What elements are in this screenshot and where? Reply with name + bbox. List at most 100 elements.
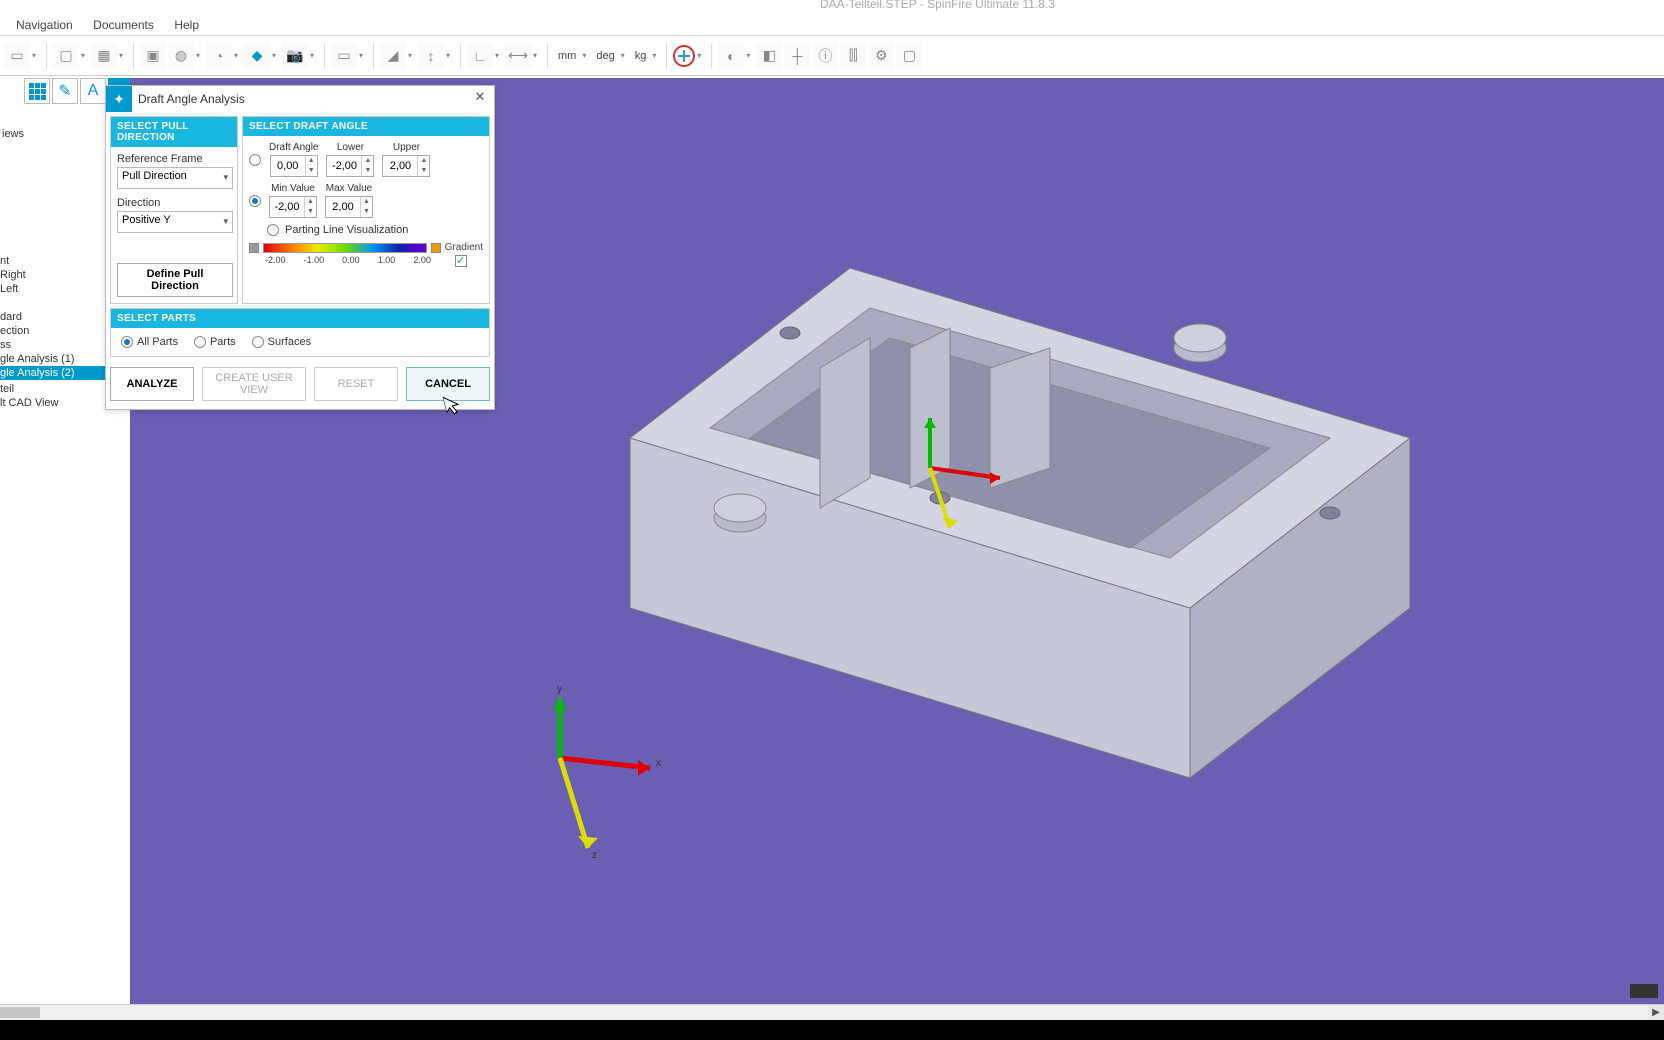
- max-value-label: Max Value: [326, 183, 373, 194]
- close-icon[interactable]: ✕: [470, 89, 490, 109]
- main-toolbar: ▭▾ ▢▾ ▦▾ ▣ ◍▾ ◔▾ ◆▾ 📷▾ ▭▾ ◢▾ ↕▾ ∟▾ ⟷▾ mm…: [0, 36, 1664, 76]
- mode-min-max-radio[interactable]: [249, 195, 261, 207]
- menu-documents[interactable]: Documents: [85, 14, 162, 36]
- separator: [666, 43, 667, 69]
- svg-text:z: z: [592, 850, 597, 858]
- parts-radio[interactable]: Parts: [194, 336, 236, 348]
- cube-point-icon[interactable]: ◆: [244, 43, 270, 69]
- dropdown-icon[interactable]: ▾: [359, 51, 367, 60]
- upper-input[interactable]: ▲▼: [382, 155, 430, 177]
- cylinder-icon[interactable]: ◍: [168, 43, 194, 69]
- angle-icon[interactable]: ∟: [467, 43, 493, 69]
- plane-icon[interactable]: ◢: [380, 43, 406, 69]
- info-icon[interactable]: ⓘ: [812, 43, 838, 69]
- dropdown-icon[interactable]: ▾: [310, 51, 318, 60]
- dropdown-icon[interactable]: ▾: [495, 51, 503, 60]
- unit-angle[interactable]: deg: [592, 50, 618, 62]
- dropdown-icon[interactable]: ▾: [408, 51, 416, 60]
- select-parts-header: SELECT PARTS: [111, 309, 489, 328]
- scrollbar-thumb[interactable]: [0, 1007, 40, 1018]
- mode-draft-angle-radio[interactable]: [249, 154, 261, 166]
- dropdown-icon[interactable]: ▾: [533, 51, 541, 60]
- dropdown-icon[interactable]: ▾: [621, 51, 629, 60]
- dropdown-icon[interactable]: ▾: [446, 51, 454, 60]
- reset-button[interactable]: RESET: [314, 367, 398, 401]
- gear-icon[interactable]: ⚙: [868, 43, 894, 69]
- dropdown-icon[interactable]: ▾: [32, 51, 40, 60]
- draft-angle-input[interactable]: ▲▼: [270, 155, 318, 177]
- separator: [711, 43, 712, 69]
- chevron-down-icon: ▾: [223, 216, 228, 227]
- iso-cube-icon[interactable]: ◧: [756, 43, 782, 69]
- edit-tab-icon[interactable]: ✎: [52, 78, 78, 104]
- draft-angle-panel: SELECT DRAFT ANGLE Draft Angle ▲▼ Lower …: [242, 116, 490, 304]
- view-grid-icon[interactable]: ▦: [91, 43, 117, 69]
- dropdown-icon[interactable]: ▾: [272, 51, 280, 60]
- box-icon[interactable]: ▣: [140, 43, 166, 69]
- separator: [460, 43, 461, 69]
- gradient-low-swatch: [249, 243, 259, 253]
- dropdown-icon[interactable]: ▾: [652, 51, 660, 60]
- unit-mass[interactable]: kg: [631, 50, 651, 62]
- thumbnails-tab-icon[interactable]: [24, 78, 50, 104]
- sphere-icon[interactable]: ◐: [718, 43, 744, 69]
- dropdown-icon[interactable]: ▾: [582, 51, 590, 60]
- direction-label: Direction: [117, 197, 231, 209]
- reference-frame-label: Reference Frame: [117, 153, 231, 165]
- unit-length[interactable]: mm: [554, 50, 580, 62]
- define-pull-direction-button[interactable]: Define Pull Direction: [117, 263, 233, 297]
- dropdown-icon[interactable]: ▾: [234, 51, 242, 60]
- horizontal-scrollbar[interactable]: ▶: [0, 1004, 1664, 1020]
- draft-angle-label: Draft Angle: [269, 142, 318, 153]
- axes-icon[interactable]: ┼: [784, 43, 810, 69]
- reference-frame-combo[interactable]: Pull Direction▾: [117, 167, 233, 189]
- open-icon[interactable]: ▭: [4, 43, 30, 69]
- menu-navigation[interactable]: Navigation: [8, 14, 81, 36]
- chevron-down-icon: ▾: [223, 172, 228, 183]
- draft-angle-dialog: ✦ Draft Angle Analysis ✕ SELECT PULL DIR…: [105, 85, 495, 410]
- min-value-label: Min Value: [271, 183, 315, 194]
- camera-icon[interactable]: 📷: [282, 43, 308, 69]
- view-single-icon[interactable]: ▢: [53, 43, 79, 69]
- max-value-input[interactable]: ▲▼: [325, 196, 373, 218]
- separator: [133, 43, 134, 69]
- window-icon[interactable]: ▢: [896, 43, 922, 69]
- stats-icon[interactable]: ⫿⫿: [840, 43, 866, 69]
- gradient-tick-labels: -2.00 -1.00 0.00 1.00 2.00: [265, 255, 467, 267]
- dialog-icon: ✦: [106, 86, 132, 112]
- menu-help[interactable]: Help: [166, 14, 207, 36]
- select-parts-panel: SELECT PARTS All Parts Parts Surfaces: [110, 308, 490, 357]
- gradient-high-swatch: [431, 243, 441, 253]
- cone-icon[interactable]: ◔: [206, 43, 232, 69]
- bottom-bar: [0, 1020, 1664, 1040]
- min-value-input[interactable]: ▲▼: [269, 196, 317, 218]
- svg-text:x: x: [656, 758, 661, 769]
- direction-combo[interactable]: Positive Y▾: [117, 211, 233, 233]
- text-tab-icon[interactable]: A: [80, 78, 106, 104]
- parting-line-radio[interactable]: [267, 224, 279, 236]
- menu-bar: Navigation Documents Help: [0, 14, 1664, 36]
- dropdown-icon[interactable]: ▾: [81, 51, 89, 60]
- lower-input[interactable]: ▲▼: [326, 155, 374, 177]
- screen-icon[interactable]: ▭: [331, 43, 357, 69]
- upper-label: Upper: [393, 142, 420, 153]
- dropdown-icon[interactable]: ▾: [119, 51, 127, 60]
- gradient-checkbox[interactable]: [455, 255, 467, 267]
- dropdown-icon[interactable]: ▾: [746, 51, 754, 60]
- separator: [373, 43, 374, 69]
- parting-line-label: Parting Line Visualization: [285, 224, 408, 236]
- analyze-button[interactable]: ANALYZE: [110, 367, 194, 401]
- svg-text:y: y: [557, 684, 562, 695]
- dropdown-icon[interactable]: ▾: [697, 51, 705, 60]
- dimension-icon[interactable]: ⟷: [505, 43, 531, 69]
- dropdown-icon[interactable]: ▾: [196, 51, 204, 60]
- separator: [324, 43, 325, 69]
- spinner-up-icon: ▲: [306, 156, 317, 166]
- create-user-view-button[interactable]: CREATE USER VIEW: [202, 367, 306, 401]
- scrollbar-right-arrow-icon[interactable]: ▶: [1648, 1005, 1664, 1020]
- pull-direction-panel: SELECT PULL DIRECTION Reference Frame Pu…: [110, 116, 238, 304]
- surfaces-radio[interactable]: Surfaces: [252, 336, 311, 348]
- globe-icon[interactable]: [673, 45, 695, 67]
- arrow-up-icon[interactable]: ↕: [418, 43, 444, 69]
- all-parts-radio[interactable]: All Parts: [121, 336, 178, 348]
